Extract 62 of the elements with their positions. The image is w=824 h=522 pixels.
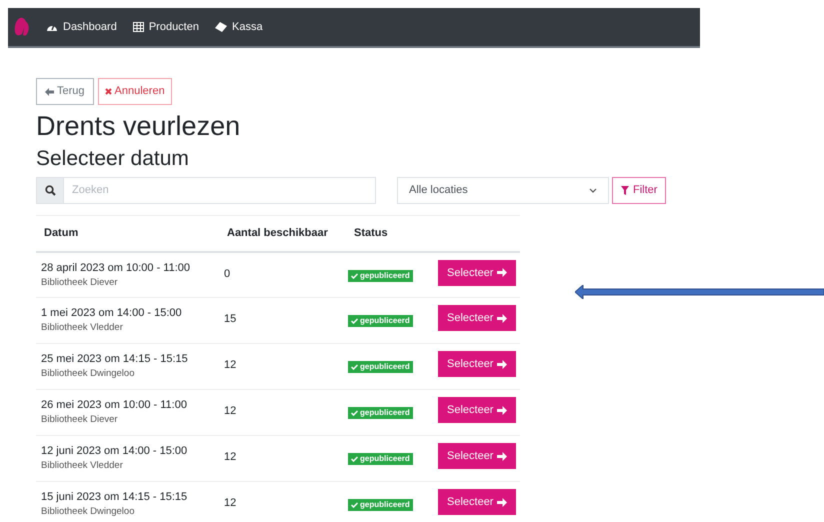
availability-count: 12: [224, 497, 236, 509]
check-icon: [351, 272, 358, 278]
arrow-right-icon: [497, 452, 508, 461]
availability-count: 12: [224, 359, 236, 371]
date-text: 1 mei 2023 om 14:00 - 15:00: [41, 306, 183, 321]
location-text: Bibliotheek Dwingeloo: [41, 367, 136, 381]
logo-icon: [14, 17, 30, 37]
nav-link[interactable]: Kassa: [214, 18, 263, 36]
availability-count: 12: [224, 405, 236, 417]
location-text: Bibliotheek Vledder: [41, 459, 124, 473]
select-button[interactable]: Selecteer: [438, 397, 516, 424]
select-button[interactable]: Selecteer: [438, 443, 516, 470]
status-badge: gepubliceerd: [348, 361, 413, 373]
check-icon: [351, 318, 358, 324]
check-icon: [351, 410, 358, 416]
status-badge: gepubliceerd: [348, 407, 413, 419]
select-button[interactable]: Selecteer: [438, 260, 516, 286]
status-badge: gepubliceerd: [348, 499, 413, 511]
cancel-button[interactable]: Annuleren: [98, 78, 172, 105]
search-icon: [44, 185, 56, 196]
date-text: 28 april 2023 om 10:00 - 11:00: [41, 260, 192, 276]
nav-link[interactable]: Producten: [132, 18, 199, 36]
select-button[interactable]: Selecteer: [438, 489, 516, 516]
status-badge: gepubliceerd: [348, 453, 413, 465]
page-subtitle: Selecteer datum: [36, 146, 190, 172]
check-icon: [351, 502, 358, 508]
close-icon: [104, 88, 112, 95]
arrow-right-icon: [497, 406, 508, 415]
nav-link[interactable]: Dashboard: [46, 18, 117, 36]
date-text: 25 mei 2023 om 14:15 - 15:15: [41, 352, 189, 367]
availability-count: 0: [224, 268, 230, 280]
arrow-right-icon: [497, 314, 508, 323]
date-text: 12 juni 2023 om 14:00 - 15:00: [41, 444, 188, 459]
check-icon: [351, 456, 358, 462]
back-button[interactable]: Terug: [36, 78, 94, 105]
availability-count: 12: [224, 451, 236, 463]
location-text: Bibliotheek Diever: [41, 413, 119, 427]
arrow-right-icon: [497, 360, 508, 369]
column-header: Datum: [44, 227, 78, 239]
check-icon: [351, 364, 358, 370]
availability-count: 15: [224, 313, 236, 325]
location-text: Bibliotheek Diever: [41, 276, 119, 290]
filter-button[interactable]: Filter: [612, 177, 666, 204]
column-header: Status: [354, 227, 388, 239]
page-title: Drents veurlezen: [36, 110, 242, 143]
table-icon: [132, 22, 144, 32]
location-text: Bibliotheek Dwingeloo: [41, 505, 136, 519]
chevron-down-icon: [589, 188, 597, 193]
arrow-right-icon: [497, 268, 508, 278]
status-badge: gepubliceerd: [348, 270, 413, 282]
column-header: Aantal beschikbaar: [227, 227, 328, 239]
select-button[interactable]: Selecteer: [438, 351, 516, 378]
status-badge: gepubliceerd: [348, 315, 413, 327]
date-text: 15 juni 2023 om 14:15 - 15:15: [41, 490, 188, 505]
select-button[interactable]: Selecteer: [438, 305, 516, 332]
location-text: Bibliotheek Vledder: [41, 321, 124, 335]
arrow-right-icon: [497, 498, 508, 507]
filter-icon: [621, 186, 629, 195]
arrow-left-icon: [45, 88, 54, 96]
search-field[interactable]: Zoeken: [64, 177, 376, 204]
date-text: 26 mei 2023 om 10:00 - 11:00: [41, 398, 188, 413]
location-dropdown[interactable]: Alle locaties: [397, 177, 609, 204]
